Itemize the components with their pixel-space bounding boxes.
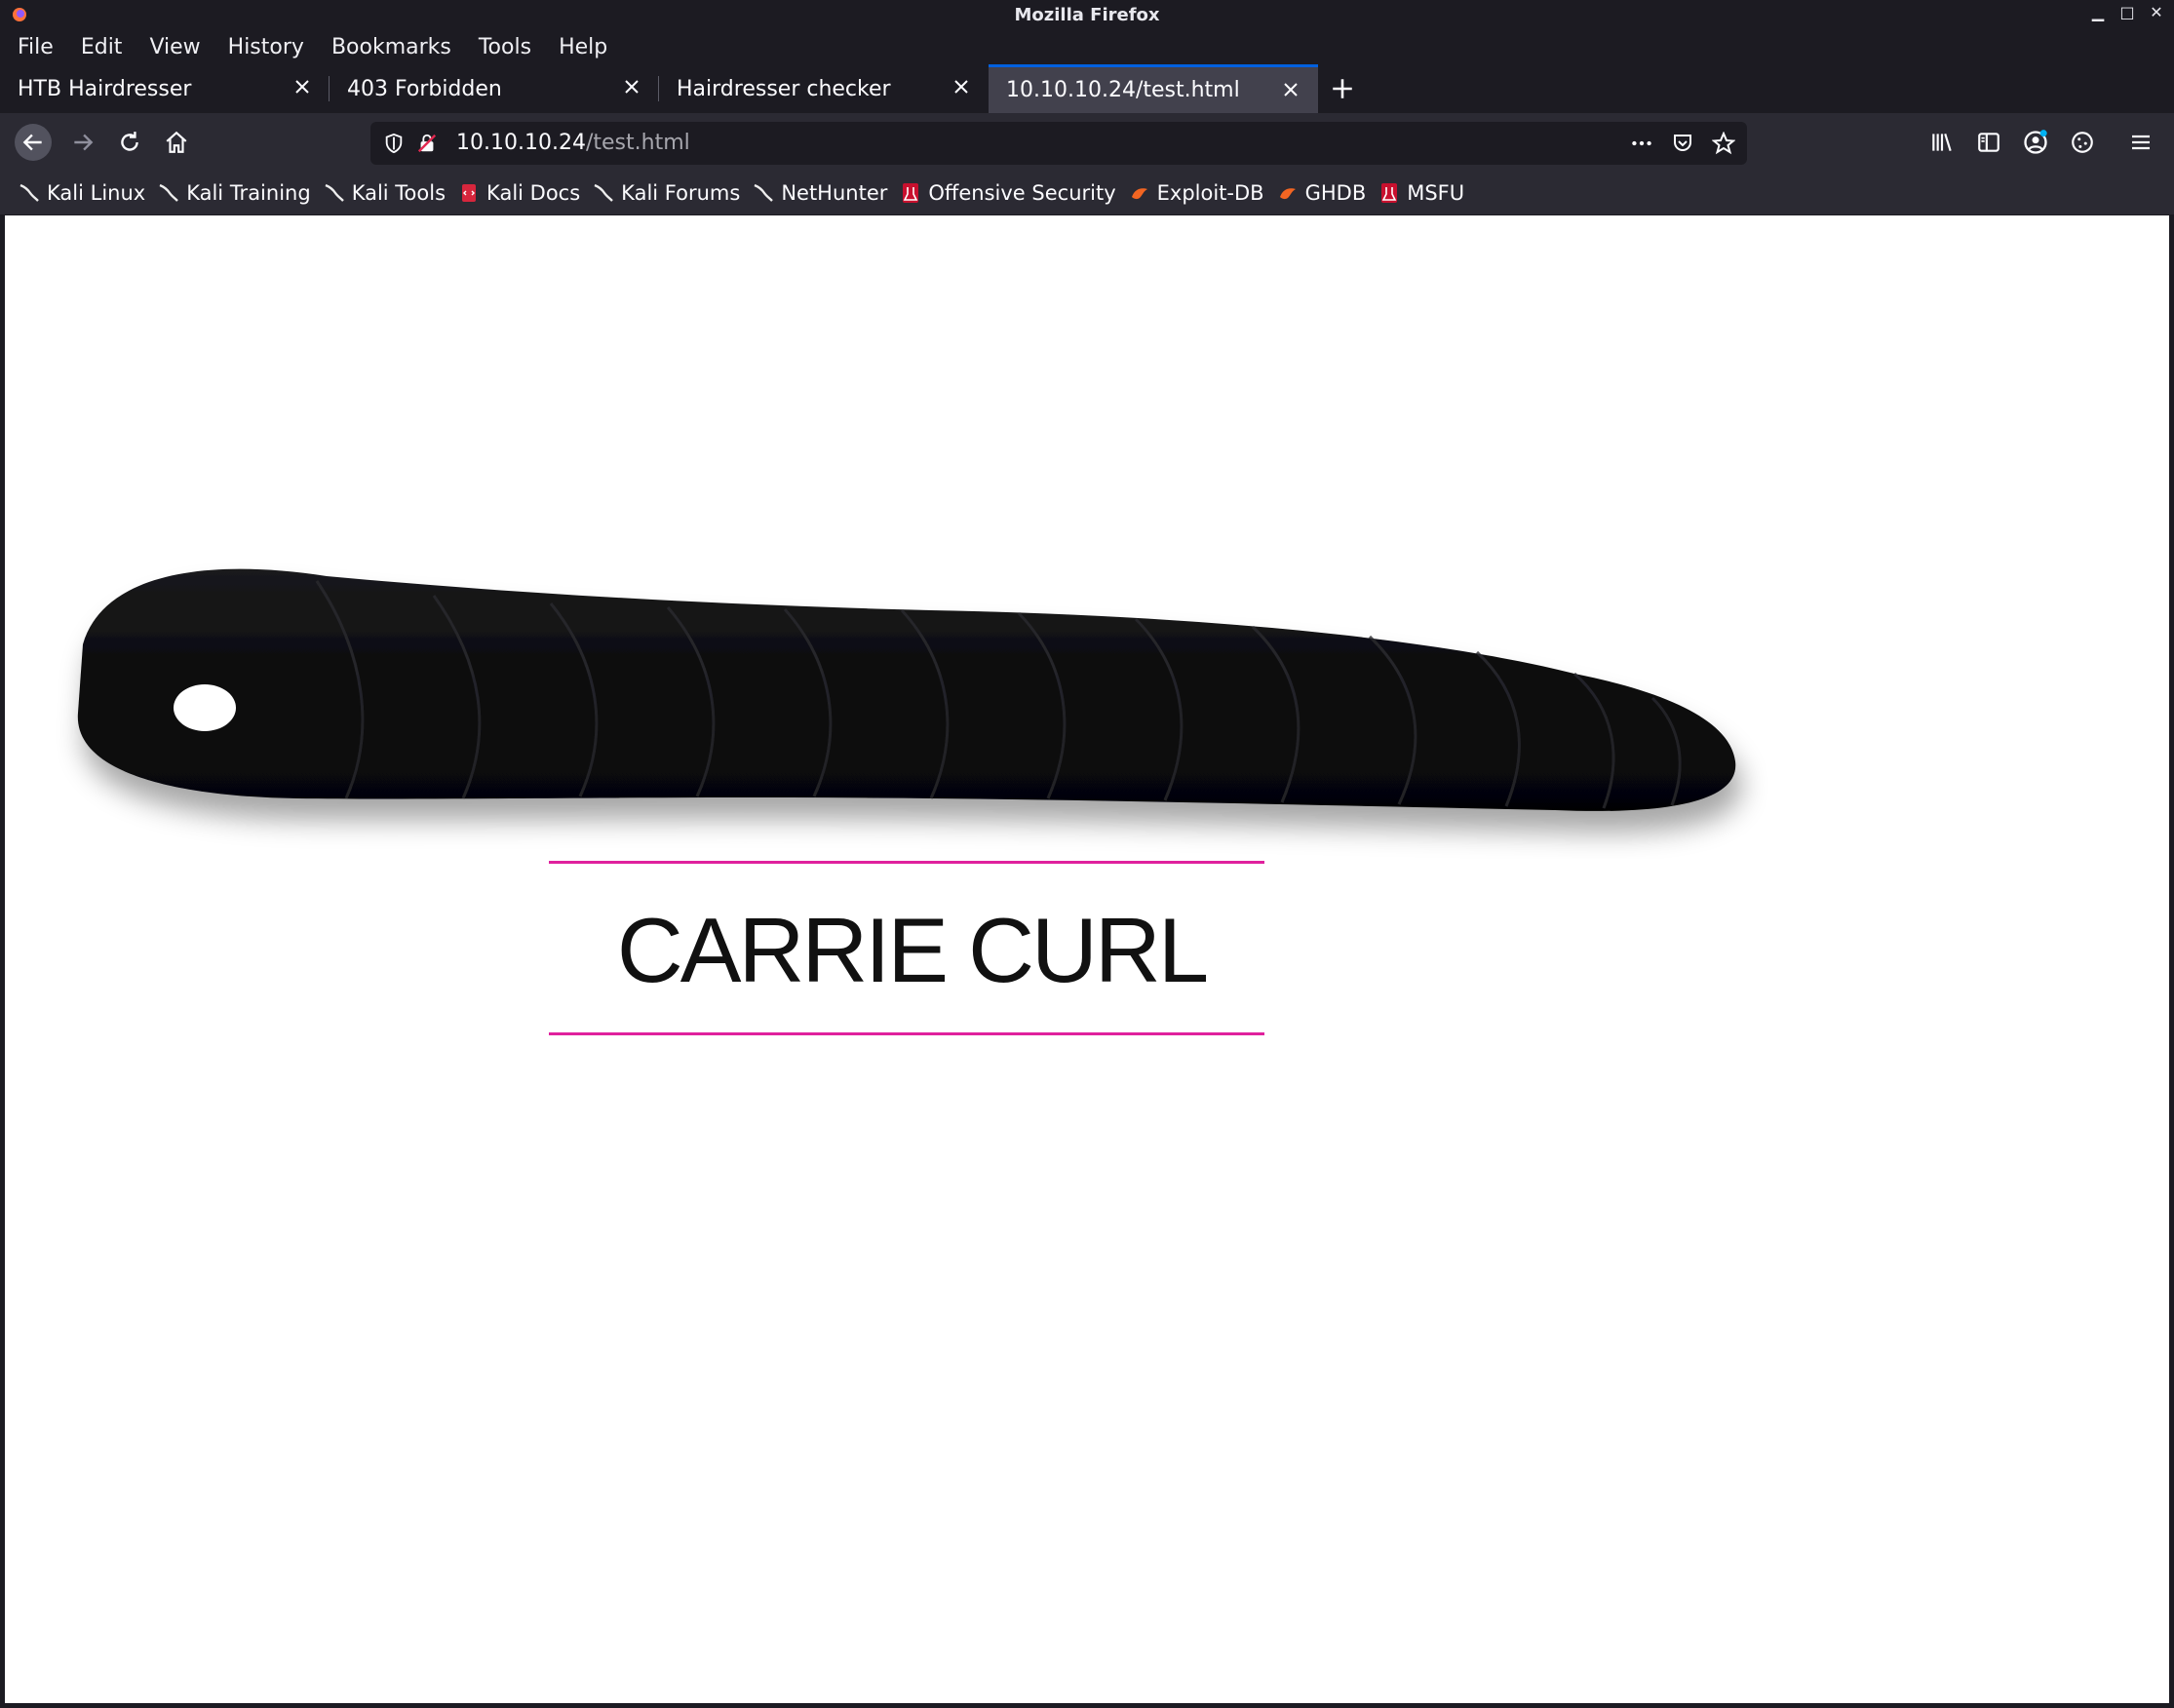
- page-actions-icon[interactable]: [1628, 130, 1655, 157]
- url-path: /test.html: [585, 131, 690, 155]
- menu-help[interactable]: Help: [559, 35, 607, 59]
- hamburger-menu-icon: [2132, 135, 2150, 150]
- forward-button[interactable]: [64, 124, 101, 161]
- kali-dragon-icon: [754, 183, 774, 203]
- bookmark-kali-forums[interactable]: Kali Forums: [594, 181, 740, 205]
- home-button[interactable]: [158, 124, 195, 161]
- reload-button[interactable]: [111, 124, 148, 161]
- kali-dragon-icon: [19, 183, 39, 203]
- cookie-icon: [2072, 132, 2093, 153]
- top-pink-rule: [549, 861, 1264, 864]
- new-tab-button[interactable]: [1318, 64, 1367, 113]
- insecure-lock-icon[interactable]: [413, 130, 441, 157]
- kali-dragon-icon: [325, 183, 344, 203]
- kali-dragon-icon: [594, 183, 614, 203]
- bookmark-label: Kali Linux: [47, 181, 146, 205]
- tab-strip: HTB Hairdresser 403 Forbidden Hairdresse…: [0, 64, 2174, 113]
- close-tab-icon[interactable]: [620, 75, 643, 98]
- bookmark-offensive-security[interactable]: Offensive Security: [901, 181, 1116, 205]
- pocket-icon[interactable]: [1669, 130, 1696, 157]
- tab-403-forbidden[interactable]: 403 Forbidden: [330, 64, 659, 113]
- bookmark-label: NetHunter: [781, 181, 888, 205]
- tab-test-html[interactable]: 10.10.10.24/test.html: [989, 64, 1318, 113]
- window-title: Mozilla Firefox: [1014, 4, 1160, 25]
- sidebar-icon: [1978, 133, 1999, 152]
- back-button[interactable]: [15, 124, 52, 161]
- firefox-icon: [13, 8, 26, 21]
- library-button[interactable]: [1923, 124, 1960, 161]
- forward-arrow-icon: [74, 134, 94, 151]
- menu-file[interactable]: File: [18, 35, 54, 59]
- sidebar-button[interactable]: [1970, 124, 2007, 161]
- library-icon: [1932, 134, 1952, 151]
- bookmark-label: Offensive Security: [928, 181, 1116, 205]
- bottom-pink-rule: [549, 1032, 1264, 1035]
- bookmark-label: MSFU: [1407, 181, 1465, 205]
- bookmark-label: Kali Tools: [351, 181, 446, 205]
- menu-edit[interactable]: Edit: [81, 35, 123, 59]
- bookmark-kali-linux[interactable]: Kali Linux: [19, 181, 145, 205]
- page-content: CARRIE CURL: [5, 215, 2169, 1703]
- plus-icon: [1333, 79, 1352, 98]
- bookmark-kali-tools[interactable]: Kali Tools: [325, 181, 446, 205]
- url-text[interactable]: 10.10.10.24/test.html: [456, 131, 690, 155]
- close-tab-icon[interactable]: [1279, 78, 1302, 101]
- bookmarks-toolbar: Kali Linux Kali Training Kali Tools Kali…: [0, 172, 2174, 214]
- window-titlebar: Mozilla Firefox ▁ □ ✕: [0, 0, 2174, 29]
- bookmark-msfu[interactable]: MSFU: [1379, 181, 1464, 205]
- menu-bookmarks[interactable]: Bookmarks: [331, 35, 451, 59]
- exploit-db-icon: [1278, 183, 1298, 203]
- bookmark-exploit-db[interactable]: Exploit-DB: [1130, 181, 1264, 205]
- kali-dragon-icon: [159, 183, 179, 203]
- close-tab-icon[interactable]: [291, 75, 314, 98]
- bookmark-star-icon[interactable]: [1710, 130, 1737, 157]
- tab-label: 10.10.10.24/test.html: [1006, 78, 1240, 102]
- cookie-extension-button[interactable]: [2064, 124, 2101, 161]
- tab-label: HTB Hairdresser: [18, 76, 192, 101]
- bookmark-nethunter[interactable]: NetHunter: [754, 181, 887, 205]
- bookmark-kali-docs[interactable]: Kali Docs: [459, 181, 580, 205]
- url-host: 10.10.10.24: [456, 131, 586, 155]
- address-bar[interactable]: 10.10.10.24/test.html: [370, 122, 1747, 165]
- account-icon: [2024, 130, 2047, 154]
- bookmark-kali-training[interactable]: Kali Training: [159, 181, 311, 205]
- minimize-icon[interactable]: ▁: [2090, 3, 2106, 21]
- bookmark-label: Kali Forums: [621, 181, 741, 205]
- close-tab-icon[interactable]: [950, 75, 973, 98]
- shield-icon[interactable]: [380, 130, 408, 157]
- bookmark-label: Exploit-DB: [1156, 181, 1264, 205]
- offsec-icon: [901, 183, 920, 203]
- navigation-toolbar: 10.10.10.24/test.html: [0, 113, 2174, 172]
- product-name: CARRIE CURL: [616, 899, 1209, 1001]
- tab-hairdresser-checker[interactable]: Hairdresser checker: [659, 64, 989, 113]
- account-button[interactable]: [2017, 124, 2054, 161]
- back-arrow-icon: [22, 134, 42, 151]
- tab-htb-hairdresser[interactable]: HTB Hairdresser: [0, 64, 330, 113]
- tab-label: 403 Forbidden: [347, 76, 502, 101]
- menu-view[interactable]: View: [149, 35, 200, 59]
- bookmark-label: Kali Docs: [486, 181, 581, 205]
- bookmark-label: GHDB: [1304, 181, 1367, 205]
- menu-bar: File Edit View History Bookmarks Tools H…: [0, 29, 2174, 64]
- maximize-icon[interactable]: □: [2119, 3, 2135, 21]
- kali-docs-icon: [459, 183, 479, 203]
- close-window-icon[interactable]: ✕: [2149, 3, 2164, 21]
- menu-tools[interactable]: Tools: [479, 35, 531, 59]
- exploit-db-icon: [1130, 183, 1149, 203]
- app-menu-button[interactable]: [2122, 124, 2159, 161]
- tab-label: Hairdresser checker: [677, 76, 891, 101]
- reload-icon: [121, 132, 138, 151]
- home-icon: [166, 131, 187, 153]
- menu-history[interactable]: History: [228, 35, 304, 59]
- offsec-icon: [1379, 183, 1399, 203]
- bookmark-label: Kali Training: [186, 181, 311, 205]
- curly-hair-extension-image: [77, 568, 1736, 811]
- bookmark-ghdb[interactable]: GHDB: [1278, 181, 1367, 205]
